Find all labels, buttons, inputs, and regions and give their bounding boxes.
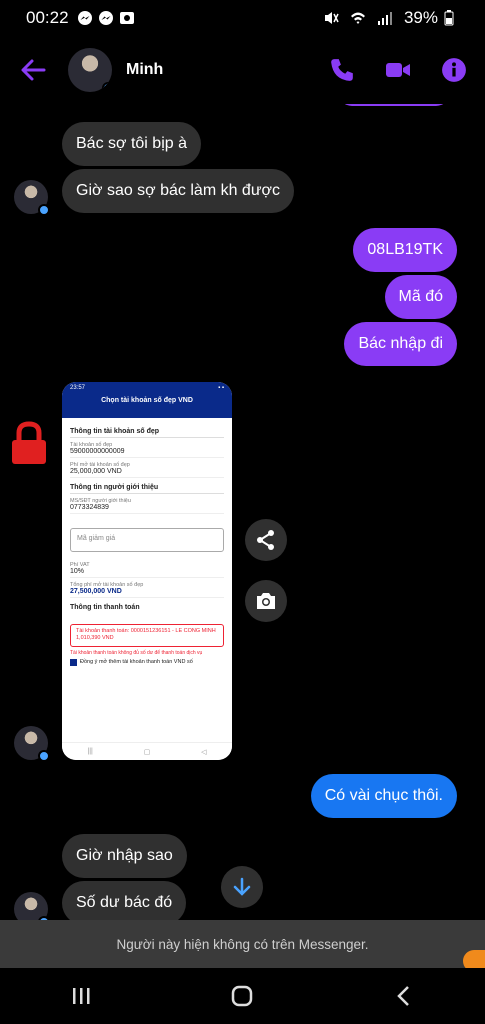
- watermark: [4, 420, 54, 660]
- battery-percent: 39%: [403, 8, 438, 27]
- previous-message-bubble: [338, 104, 450, 106]
- shot-value: 0773324839: [70, 504, 224, 514]
- scroll-to-bottom-button[interactable]: [221, 866, 263, 908]
- shot-total-value: 27,500,000 VND: [70, 588, 224, 598]
- shot-nav-recent: |||: [87, 748, 93, 755]
- messenger-notification-icon: [77, 11, 92, 25]
- messenger-notification-icon: [98, 11, 113, 25]
- shot-agree-row: Đồng ý mở thêm tài khoản thanh toán VND …: [62, 656, 232, 669]
- status-right: 39%: [323, 8, 459, 28]
- sender-avatar[interactable]: [14, 726, 50, 762]
- screenshot-notification-icon: [119, 12, 134, 24]
- verified-badge: [102, 82, 112, 92]
- camera-icon: [257, 593, 275, 609]
- home-icon[interactable]: [230, 984, 254, 1008]
- shot-title: Chọn tài khoản số đẹp VND: [101, 397, 193, 404]
- shot-account-section: Thông tin tài khoản số đẹp Tài khoản số …: [62, 418, 232, 522]
- save-image-button[interactable]: [245, 580, 287, 622]
- sender-avatar[interactable]: [14, 180, 50, 216]
- shot-time: 23:57: [70, 385, 86, 391]
- shot-payment-box: Tài khoản thanh toán: 0000151236151 - LE…: [70, 624, 224, 647]
- shot-signal: ▪ ▪: [218, 385, 224, 391]
- message-bubble[interactable]: Mã đó: [384, 275, 457, 319]
- shot-nav-bar: ||| ▢ ◁: [62, 742, 232, 760]
- shot-section-heading: Thông tin thanh toán: [70, 604, 140, 611]
- share-icon: [257, 530, 274, 550]
- message-bubble[interactable]: Có vài chục thôi.: [310, 774, 457, 818]
- message-bubble[interactable]: Bác sợ tôi bịp à: [62, 122, 201, 166]
- shot-header: 23:57 ▪ ▪ Chọn tài khoản số đẹp VND: [62, 382, 232, 418]
- contact-avatar[interactable]: [68, 48, 112, 92]
- shot-section-heading: Thông tin tài khoản số đẹp: [70, 428, 224, 438]
- verified-badge: [38, 750, 50, 762]
- shot-pay-account: Tài khoản thanh toán: 0000151236151 - LE…: [76, 628, 216, 634]
- lock-icon: [12, 421, 46, 464]
- header-actions: [329, 57, 467, 83]
- shot-section-heading: Thông tin người giới thiệu: [70, 484, 224, 494]
- shot-nav-back: ◁: [201, 748, 207, 756]
- info-icon[interactable]: [441, 57, 467, 83]
- message-bubble[interactable]: Số dư bác đó: [62, 881, 187, 920]
- shot-fee-section: Phí VAT 10% Tổng phí mở tài khoản số đẹp…: [62, 558, 232, 621]
- message-bubble[interactable]: Bác nhập đi: [344, 322, 457, 366]
- recent-apps-icon[interactable]: [69, 984, 93, 1008]
- video-call-icon[interactable]: [385, 57, 411, 83]
- status-time: 00:22: [26, 8, 69, 27]
- shot-agree-text: Đồng ý mở thêm tài khoản thanh toán VND …: [80, 658, 193, 665]
- back-arrow-icon[interactable]: [18, 55, 48, 85]
- unavailable-notice: Người này hiện không có trên Messenger.: [0, 920, 485, 968]
- shot-checkbox: [70, 658, 77, 666]
- verified-badge: [38, 204, 50, 216]
- shot-value: 59000000000009: [70, 448, 224, 458]
- shot-nav-home: ▢: [143, 748, 151, 756]
- shot-value: 25,000,000 VND: [70, 468, 224, 478]
- shared-screenshot-image[interactable]: 23:57 ▪ ▪ Chọn tài khoản số đẹp VND Thông…: [62, 382, 232, 760]
- arrow-down-icon: [233, 877, 251, 896]
- shot-discount-field: Mã giảm giá: [70, 528, 224, 552]
- message-bubble[interactable]: Giờ nhập sao: [62, 834, 187, 878]
- back-icon[interactable]: [392, 984, 416, 1008]
- shot-pay-balance: 1,010,390 VND: [76, 635, 114, 642]
- message-bubble[interactable]: Giờ sao sợ bác làm kh được: [62, 169, 295, 213]
- sender-avatar[interactable]: [14, 892, 50, 920]
- shot-value: 10%: [70, 568, 224, 578]
- phone-call-icon[interactable]: [329, 57, 355, 83]
- wifi-icon: [350, 12, 365, 24]
- android-navigation-bar: [0, 968, 485, 1024]
- status-bar: 00:22 39%: [0, 0, 485, 36]
- message-list[interactable]: Bác sợ tôi bịp à Giờ sao sợ bác làm kh đ…: [0, 104, 485, 920]
- contact-name[interactable]: Minh: [126, 61, 163, 79]
- share-button[interactable]: [245, 519, 287, 561]
- battery-icon: [444, 10, 454, 26]
- message-bubble[interactable]: 08LB19TK: [353, 228, 457, 272]
- mute-icon: [324, 12, 339, 24]
- conversation-header: Minh: [0, 36, 485, 104]
- signal-icon: [377, 12, 392, 25]
